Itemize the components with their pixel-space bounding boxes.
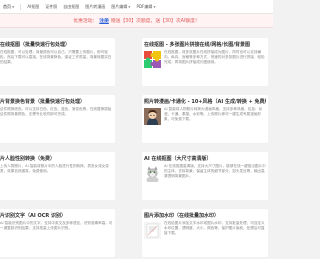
tool-card-title: 片背景换色背景（批量快速行包处理） (0, 99, 86, 105)
tool-card[interactable]: 在线抠图（批量快速行包处理） 在线抠图，可以处理，背景颜色可以自己，只需要上传图… (0, 38, 115, 86)
nav-item-image-edit[interactable]: 图片编辑 ▼ (111, 4, 130, 10)
nav-item-home[interactable]: 首页 ▼ (3, 4, 14, 10)
tool-card[interactable]: 片识别文字（AI OCR 识别） AI 智能识别图片中的文字，支持中英文及多种语… (0, 209, 115, 257)
promo-text-before: 优惠活动： (73, 19, 98, 24)
cat-photo-icon (144, 165, 161, 184)
watermark-doc-icon (144, 222, 161, 239)
nav-item-id-photo[interactable]: 证件照 (45, 4, 57, 10)
promo-notice: 优惠活动： 注册 赠送【30】次额度，送【30】次AI额度！ (0, 14, 273, 28)
tool-card-desc: AI 在线抠图高清版，支持大尺寸图片，能够在线一键抠出图片中的主体，去除背景，保… (164, 164, 266, 179)
tool-card-desc: 在线给图片添加文字水印或图片水印，支持批量处理，可自定义水印位置、透明度、大小、… (164, 221, 265, 236)
tool-card-title: 图片添加水印（在线批量加水印） (144, 213, 220, 219)
tool-card-desc: 上传人物照片，AI 智能将照片中的人脸进行性别转换，男变女或女变男，效果自然逼真… (0, 164, 109, 174)
nav-item-pdf-edit[interactable]: PDF编辑 ▼ (137, 4, 156, 10)
tool-card[interactable]: 片人脸性别转换（免费） 上传人物照片，AI 智能将照片中的人脸进行性别转换，男变… (0, 152, 115, 200)
chevron-down-icon: ▼ (128, 4, 131, 9)
tool-card-desc: 在线抠图，可以处理，背景颜色可以自己，只需要上传图片，即可轻松，然后下载可以直接… (0, 50, 112, 65)
nav-divider (20, 3, 22, 10)
tool-card[interactable]: 照片转漫画/卡通化 - 10+风格（AI 生成/转换 + 免费版本） AI 智能… (142, 95, 268, 143)
tool-card-title: AI 在线抠图（大尺寸高清版） (144, 156, 212, 162)
comic-portrait-icon (144, 108, 161, 125)
tool-card-title: 照片转漫画/卡通化 - 10+风格（AI 生成/转换 + 免费版本） (144, 99, 266, 105)
nav-item-free-cutout[interactable]: 自由抠图 (63, 4, 79, 10)
nav-item-photo-to-comic[interactable]: 图片转漫画 (85, 4, 105, 10)
top-nav-bar: 首页 ▼ AI抠图 证件照 自由抠图 图片转漫画 图片编辑 ▼ PDF编辑 ▼ (0, 0, 273, 14)
tool-card-desc: 在线抠图，将多张图片在线拼接成为图片，同时也可以支持横向、纵向、宫格等多种方式，… (164, 50, 265, 65)
tool-card-title: 片识别文字（AI OCR 识别） (0, 213, 66, 219)
chevron-down-icon: ▼ (153, 4, 156, 9)
tool-card-title: 在线抠图 - 多张图片拼接在线/网格/长图/背景图 (144, 42, 251, 48)
puzzle-icon (144, 51, 161, 68)
promo-text-after: 赠送【30】次额度，送【30】次AI额度！ (110, 19, 200, 24)
tool-card[interactable]: 在线抠图 - 多张图片拼接在线/网格/长图/背景图 在线抠图，将多张图片在线拼接… (142, 38, 268, 86)
nav-item-ai-cutout[interactable]: AI抠图 (27, 4, 39, 10)
tool-card-title: 在线抠图（批量快速行包处理） (0, 42, 71, 48)
register-link[interactable]: 注册 (99, 17, 109, 24)
tool-card-title: 片人脸性别转换（免费） (0, 156, 56, 162)
tool-card[interactable]: 图片添加水印（在线批量加水印） 在线给图片添加文字水印或图片水印，支持批量处理，… (142, 209, 268, 257)
chevron-down-icon: ▼ (12, 4, 15, 9)
tool-card-desc: AI 智能将人物照片转换为漫画风格，支持多种风格，包括：动漫、卡通、素描、水彩等… (164, 107, 263, 122)
tool-card[interactable]: 片背景换色背景（批量快速行包处理） 证件照换底色，可以支持白色、红色、蓝色、渐变… (0, 95, 115, 143)
tool-card-desc: 证件照换底色，可以支持白色、红色、蓝色、渐变色等，在线替换原始证件照背景颜色，无… (0, 107, 112, 117)
tool-card-desc: AI 智能识别图片中的文字，支持中英文及多种语言，识别准确率高，可一键复制识别结… (0, 221, 113, 231)
tool-card[interactable]: AI 在线抠图（大尺寸高清版） AI 在线抠图高清版，支持大尺寸图片，能够在线一… (142, 152, 268, 200)
